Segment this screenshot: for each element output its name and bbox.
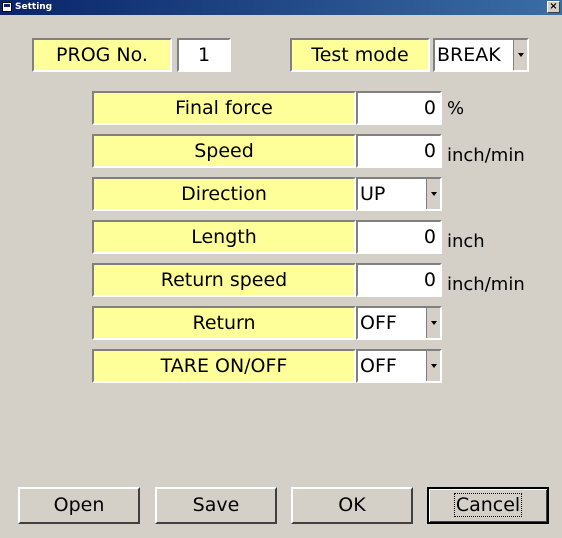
cancel-button[interactable]: Cancel (427, 487, 549, 524)
speed-unit: inch/min (447, 145, 525, 166)
test-mode-select[interactable]: BREAK (433, 38, 529, 72)
return-value: OFF (360, 312, 397, 334)
chevron-down-icon[interactable] (426, 351, 440, 381)
open-button[interactable]: Open (18, 487, 140, 524)
final-force-label: Final force (92, 91, 356, 125)
speed-field[interactable]: 0 (356, 134, 442, 168)
speed-label: Speed (92, 134, 356, 168)
final-force-field[interactable]: 0 (356, 91, 442, 125)
tare-select[interactable]: OFF (356, 349, 442, 383)
title-bar: Setting × (0, 0, 562, 15)
direction-select[interactable]: UP (356, 177, 442, 211)
test-mode-value: BREAK (437, 44, 501, 66)
return-speed-unit: inch/min (447, 274, 525, 295)
length-field[interactable]: 0 (356, 220, 442, 254)
return-label: Return (92, 306, 356, 340)
prog-no-field[interactable]: 1 (177, 38, 231, 72)
chevron-down-icon[interactable] (426, 308, 440, 338)
final-force-unit: % (447, 98, 465, 119)
save-button[interactable]: Save (155, 487, 277, 524)
length-unit: inch (447, 231, 485, 252)
return-speed-field[interactable]: 0 (356, 263, 442, 297)
chevron-down-icon[interactable] (513, 40, 527, 70)
direction-value: UP (360, 183, 386, 205)
chevron-down-icon[interactable] (426, 179, 440, 209)
prog-no-label: PROG No. (32, 38, 172, 72)
tare-value: OFF (360, 355, 397, 377)
return-speed-label: Return speed (92, 263, 356, 297)
test-mode-label: Test mode (290, 38, 430, 72)
ok-button[interactable]: OK (291, 487, 413, 524)
direction-label: Direction (92, 177, 356, 211)
length-label: Length (92, 220, 356, 254)
tare-label: TARE ON/OFF (92, 349, 356, 383)
cancel-button-label: Cancel (453, 493, 523, 517)
window-title: Setting (15, 2, 53, 12)
close-button[interactable]: × (547, 1, 560, 13)
app-window-icon (2, 2, 12, 12)
return-select[interactable]: OFF (356, 306, 442, 340)
